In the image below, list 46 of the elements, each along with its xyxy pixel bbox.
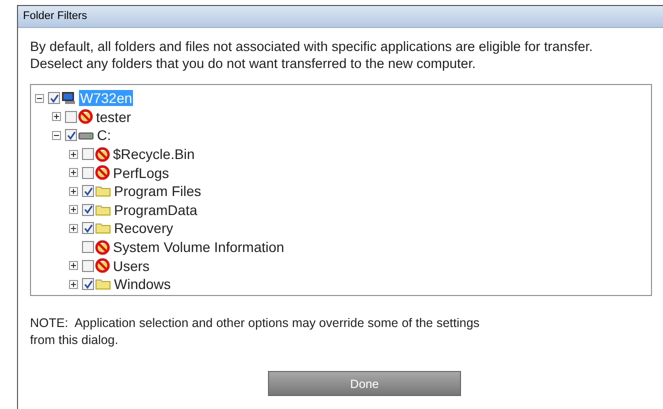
tree-item[interactable]: PerfLogs <box>112 164 170 181</box>
checkbox[interactable] <box>48 92 60 104</box>
folder-icon <box>95 277 111 292</box>
checkbox[interactable] <box>82 185 94 198</box>
checkbox[interactable] <box>65 129 77 142</box>
prohibited-folder-icon <box>78 109 93 124</box>
checkbox[interactable] <box>82 222 94 234</box>
tree-item[interactable]: $Recycle.Bin <box>112 146 196 162</box>
tree-item[interactable]: Windows <box>113 276 172 292</box>
tree-item[interactable]: Program Files <box>113 183 202 200</box>
tree-item[interactable]: Users <box>112 258 151 274</box>
collapse-icon[interactable] <box>52 130 61 140</box>
expand-icon[interactable] <box>69 224 78 233</box>
checkbox[interactable] <box>65 110 77 123</box>
window-title: Folder Filters <box>23 9 88 24</box>
expand-icon[interactable] <box>69 280 78 289</box>
prohibited-folder-icon <box>95 146 110 162</box>
checkbox[interactable] <box>82 204 94 216</box>
intro-text: Deselect any folders that you do not want transferred to the new computer. <box>30 55 477 72</box>
expand-icon[interactable] <box>69 168 78 178</box>
expand-icon[interactable] <box>69 150 78 159</box>
expand-icon[interactable] <box>69 261 78 270</box>
note-text: NOTE: Application selection and other options may override some of the settings <box>30 315 481 332</box>
checkbox[interactable] <box>82 278 94 290</box>
tree-item[interactable]: C: <box>96 127 112 144</box>
expand-icon[interactable] <box>52 112 61 122</box>
expand-icon[interactable] <box>69 205 78 214</box>
folder-icon <box>95 184 111 198</box>
tree-item[interactable]: System Volume Information <box>112 239 286 256</box>
computer-icon <box>61 91 77 106</box>
expand-icon[interactable] <box>69 186 78 196</box>
prohibited-folder-icon <box>95 258 110 274</box>
prohibited-folder-icon <box>95 165 110 180</box>
tree-item[interactable]: Recovery <box>113 220 174 236</box>
folder-icon <box>95 202 111 217</box>
checkbox[interactable] <box>82 241 94 254</box>
checkbox[interactable] <box>82 166 94 179</box>
folder-icon <box>95 221 111 236</box>
note-text: from this dialog. <box>30 332 120 349</box>
checkbox[interactable] <box>82 148 94 160</box>
tree-item[interactable]: tester <box>95 108 132 125</box>
collapse-icon[interactable] <box>35 94 44 103</box>
tree-item[interactable]: ProgramData <box>113 202 198 218</box>
intro-text: By default, all folders and files not associated with specific applications are eligible for transfer. <box>30 38 594 55</box>
prohibited-folder-icon <box>95 240 110 255</box>
checkbox[interactable] <box>82 260 94 272</box>
